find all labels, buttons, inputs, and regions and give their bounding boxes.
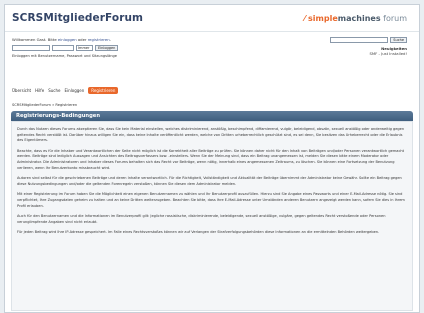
search-area: Suche <box>330 37 407 43</box>
register-link[interactable]: registrieren <box>88 37 110 42</box>
search-button[interactable]: Suche <box>390 37 407 43</box>
forum-title[interactable]: SCRSMitgliederForum <box>12 12 143 24</box>
terms-paragraph: Mit einer Registrierung im Forum haben S… <box>17 192 405 208</box>
smf-logo-forum: forum <box>383 14 407 23</box>
session-length-select[interactable]: Immer <box>76 45 93 51</box>
username-input[interactable] <box>12 45 50 51</box>
terms-paragraph: Durch das Nutzen dieses Forums akzeptier… <box>17 127 405 143</box>
search-input[interactable] <box>330 37 389 43</box>
quick-login: Immer Einloggen <box>12 45 119 51</box>
section-title: Registrierungs-Bedingungen <box>11 111 413 121</box>
login-note: Einloggen mit Benutzername, Passwort und… <box>12 54 117 58</box>
menu-item-search[interactable]: Suche <box>48 88 60 93</box>
main-menu: Übersicht Hilfe Suche Einloggen Registri… <box>12 87 119 94</box>
smf-logo[interactable]: ⁄ simplemachines forum <box>304 14 407 23</box>
menu-item-home[interactable]: Übersicht <box>12 88 31 93</box>
login-link[interactable]: einloggen <box>58 37 77 42</box>
menu-item-register[interactable]: Registrieren <box>88 87 119 94</box>
password-input[interactable] <box>52 45 74 51</box>
terms-paragraph: Beachte, dass es für die Inhaber und Ver… <box>17 148 405 170</box>
forum-page: SCRSMitgliederForum ⁄ simplemachines for… <box>4 4 420 313</box>
smf-logo-machines: machines <box>337 14 381 23</box>
smf-logo-simple: simple <box>308 14 338 23</box>
terms-paragraph: Auch für den Benutzernamen und die Infor… <box>17 214 386 224</box>
breadcrumb[interactable]: SCRSMitgliederForum » Registrieren <box>12 103 77 107</box>
terms-paragraph: Autoren sind selbst für die geschriebene… <box>17 176 402 186</box>
login-button[interactable]: Einloggen <box>95 45 119 51</box>
welcome-text: Willkommen Gast. Bitte einloggen oder re… <box>12 37 111 42</box>
smf-swoosh-icon: ⁄ <box>304 14 306 23</box>
menu-item-help[interactable]: Hilfe <box>35 88 44 93</box>
user-area: Willkommen Gast. Bitte einloggen oder re… <box>5 32 419 77</box>
news-box: Neuigkeiten SMF - Just Installed! <box>369 46 407 56</box>
news-text: SMF - Just Installed! <box>369 51 407 56</box>
terms-box: Durch das Nutzen dieses Forums akzeptier… <box>11 121 413 311</box>
terms-paragraph: Für jeden Beitrag wird Ihre IP-Adresse g… <box>17 230 380 235</box>
menu-item-login[interactable]: Einloggen <box>64 88 84 93</box>
forum-header: SCRSMitgliederForum ⁄ simplemachines for… <box>5 5 419 32</box>
